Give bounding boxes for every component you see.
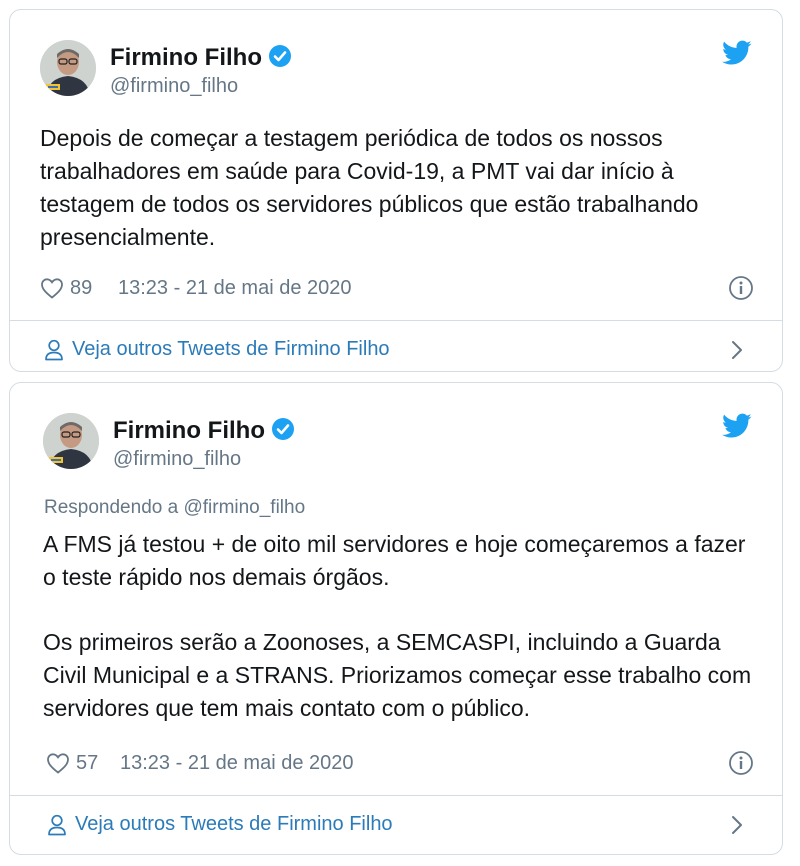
tweet-header: Firmino Filho @firmino_filho [43, 413, 762, 473]
author-handle[interactable]: @firmino_filho [110, 75, 238, 98]
see-more-label: Veja outros Tweets de Firmino Filho [72, 338, 390, 360]
heart-icon[interactable] [46, 752, 70, 774]
divider [10, 795, 782, 796]
avatar[interactable] [40, 40, 96, 96]
avatar[interactable] [43, 413, 99, 469]
chevron-right-icon [732, 341, 742, 359]
replying-to-label[interactable]: Respondendo a @firmino_filho [44, 497, 305, 519]
twitter-bird-icon[interactable] [722, 413, 752, 439]
author-handle[interactable]: @firmino_filho [113, 448, 241, 471]
info-icon[interactable] [728, 275, 754, 301]
tweet-meta: 57 13:23 - 21 de mai de 2020 [46, 750, 762, 780]
tweet-card: Firmino Filho @firmino_filho Depois de c… [9, 9, 783, 372]
twitter-bird-icon[interactable] [722, 40, 752, 66]
like-count[interactable]: 89 [70, 277, 92, 300]
like-count[interactable]: 57 [76, 752, 98, 775]
tweet-header: Firmino Filho @firmino_filho [40, 40, 762, 100]
divider [10, 320, 782, 321]
chevron-right-icon [732, 816, 742, 834]
timestamp[interactable]: 13:23 - 21 de mai de 2020 [118, 277, 352, 300]
timestamp[interactable]: 13:23 - 21 de mai de 2020 [120, 752, 354, 775]
see-more-tweets-link[interactable]: Veja outros Tweets de Firmino Filho [47, 811, 762, 841]
verified-icon [271, 418, 294, 440]
person-icon [48, 814, 66, 836]
info-icon[interactable] [728, 750, 754, 776]
see-more-tweets-link[interactable]: Veja outros Tweets de Firmino Filho [44, 336, 762, 366]
author-name[interactable]: Firmino Filho [113, 417, 295, 445]
tweet-card: Firmino Filho @firmino_filho Respondendo… [9, 382, 783, 855]
tweet-meta: 89 13:23 - 21 de mai de 2020 [40, 275, 762, 305]
author-name[interactable]: Firmino Filho [110, 44, 292, 72]
see-more-label: Veja outros Tweets de Firmino Filho [75, 813, 393, 835]
heart-icon[interactable] [40, 277, 64, 299]
person-icon [45, 339, 63, 361]
verified-icon [268, 45, 291, 67]
tweet-text: Depois de começar a testagem periódica d… [40, 125, 699, 250]
tweet-text: A FMS já testou + de oito mil servidores… [43, 531, 752, 721]
